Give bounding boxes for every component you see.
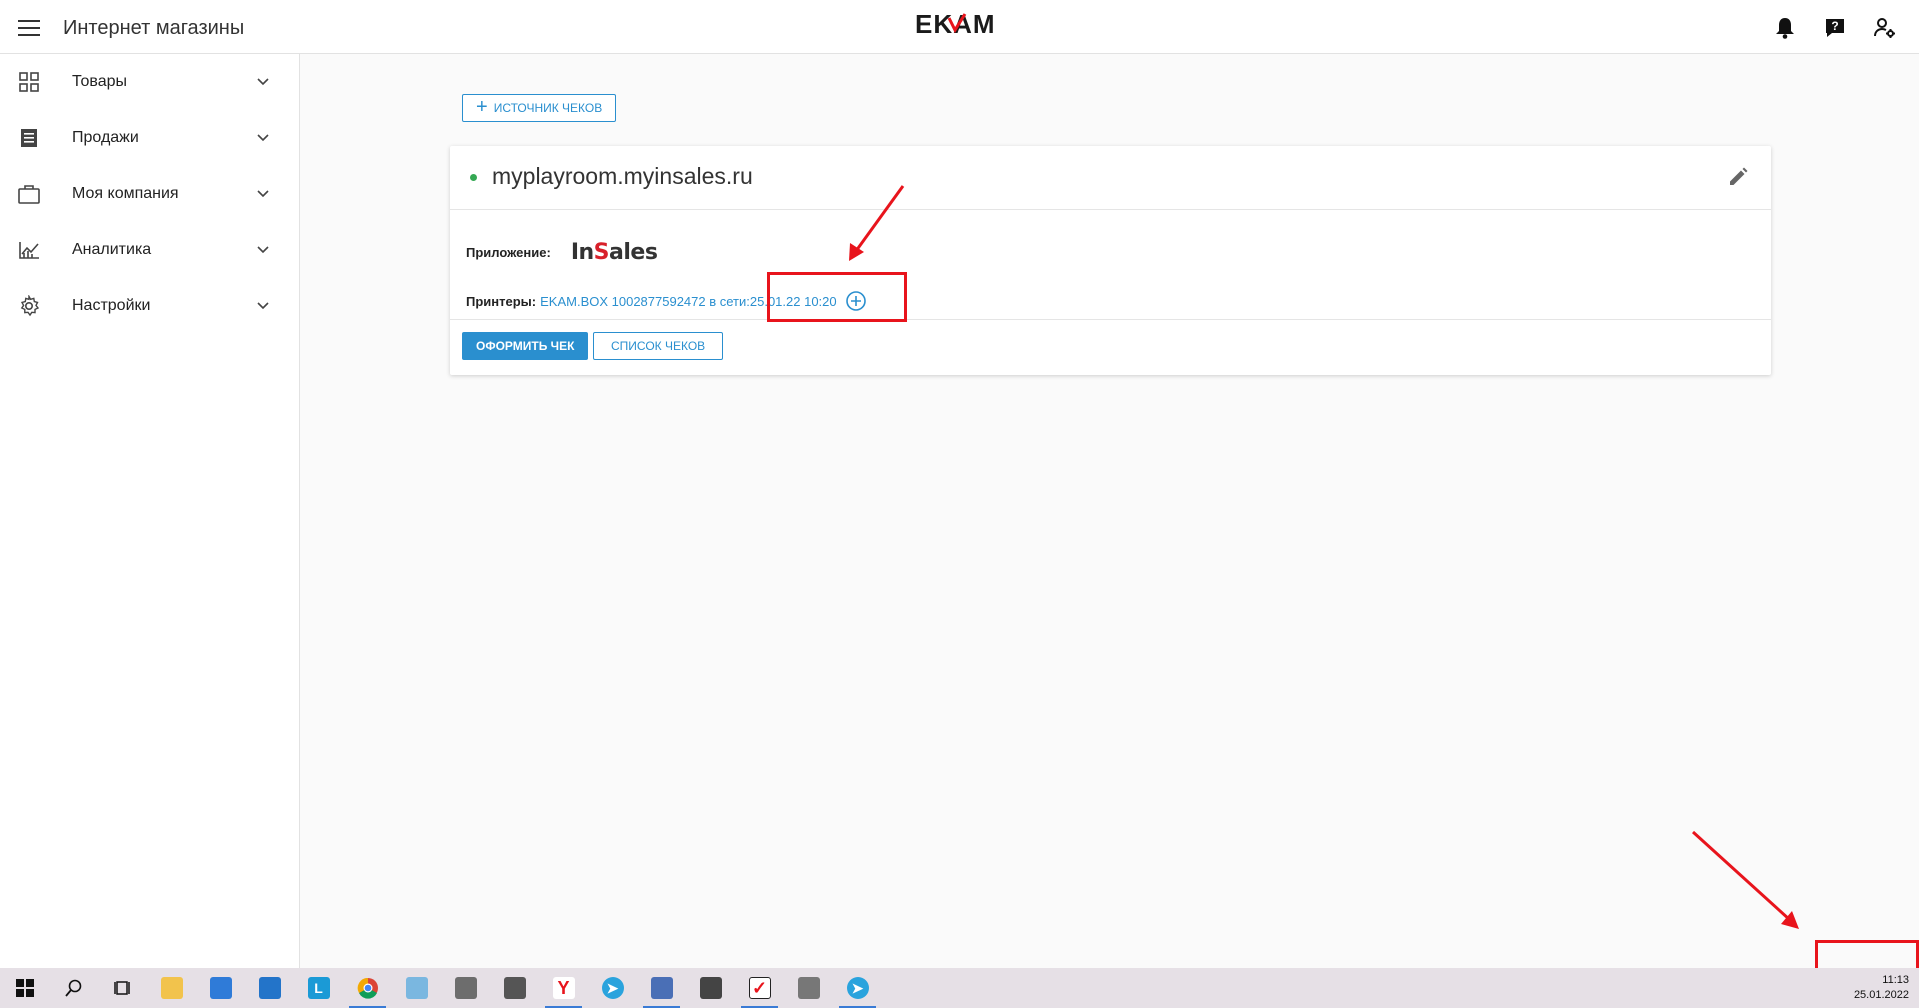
- sidebar-item-label: Настройки: [72, 297, 151, 314]
- annotation-box-printer-time: [767, 272, 907, 322]
- yandex-icon[interactable]: Y: [539, 968, 588, 1008]
- sidebar-item-sales[interactable]: Продажи: [0, 110, 299, 166]
- top-actions: ?: [1773, 16, 1897, 40]
- mail-icon[interactable]: [245, 968, 294, 1008]
- hamburger-menu-icon[interactable]: [16, 17, 42, 39]
- magnifier-icon[interactable]: [392, 968, 441, 1008]
- insales-logo: InSales: [571, 240, 658, 265]
- list-icon: [18, 127, 40, 149]
- search-icon[interactable]: [49, 968, 98, 1008]
- add-source-button[interactable]: + ИСТОЧНИК ЧЕКОВ: [462, 94, 617, 122]
- l-app-icon[interactable]: L: [294, 968, 343, 1008]
- svg-text:?: ?: [1831, 19, 1838, 33]
- online-status-dot: [470, 174, 477, 181]
- chrome-icon[interactable]: [343, 968, 392, 1008]
- sidebar: Товары Продажи Моя компания Аналитика На…: [0, 54, 300, 968]
- file-explorer-icon[interactable]: [147, 968, 196, 1008]
- bell-icon[interactable]: [1773, 16, 1797, 40]
- chevron-down-icon: [257, 190, 269, 198]
- chevron-down-icon: [257, 302, 269, 310]
- system-clock[interactable]: 11:13 25.01.2022: [1819, 968, 1909, 1008]
- task-view-icon[interactable]: [98, 968, 147, 1008]
- card-body: Приложение: InSales Принтеры: EKAM.BOX 1…: [450, 210, 1771, 320]
- sidebar-item-label: Товары: [72, 73, 128, 90]
- network-app-icon[interactable]: [637, 968, 686, 1008]
- top-bar: Интернет магазины EKAM ?: [0, 0, 1919, 54]
- app-label: Приложение:: [466, 245, 551, 260]
- briefcase-icon: [18, 183, 40, 205]
- plus-icon: +: [476, 96, 488, 118]
- help-icon[interactable]: ?: [1823, 16, 1847, 40]
- kkm-app-icon[interactable]: ✓: [735, 968, 784, 1008]
- add-source-label: ИСТОЧНИК ЧЕКОВ: [493, 101, 603, 115]
- cash-register-icon[interactable]: [784, 968, 833, 1008]
- clock-time: 11:13: [1882, 974, 1909, 986]
- chevron-down-icon: [257, 246, 269, 254]
- card-footer: ОФОРМИТЬ ЧЕК СПИСОК ЧЕКОВ: [450, 320, 1771, 374]
- grid-icon: [18, 71, 40, 93]
- page-title: Интернет магазины: [63, 17, 245, 39]
- printers-label: Принтеры:: [466, 293, 537, 309]
- sidebar-item-label: Продажи: [72, 129, 139, 146]
- windows-taskbar: L Y ➤ ✓ ➤ 11:13 25.01.2022: [0, 968, 1919, 1008]
- edit-pencil-icon[interactable]: [1727, 166, 1749, 188]
- store-icon[interactable]: [196, 968, 245, 1008]
- sidebar-item-company[interactable]: Моя компания: [0, 166, 299, 222]
- gear-icon: [18, 295, 40, 317]
- printer-link[interactable]: EKAM.BOX 1002877592472 в сети:: [540, 294, 750, 309]
- ekam-logo[interactable]: EKAM: [915, 10, 1019, 38]
- chevron-down-icon: [257, 134, 269, 142]
- telegram-2-icon[interactable]: ➤: [833, 968, 882, 1008]
- card-header: myplayroom.myinsales.ru: [450, 146, 1771, 210]
- create-receipt-button[interactable]: ОФОРМИТЬ ЧЕК: [462, 332, 589, 360]
- insales-logo-part2: S: [593, 240, 610, 265]
- app-row: Приложение: InSales: [466, 240, 658, 265]
- scanner-icon[interactable]: [686, 968, 735, 1008]
- usb-app-icon[interactable]: [490, 968, 539, 1008]
- windows-start-icon[interactable]: [0, 968, 49, 1008]
- sidebar-item-analytics[interactable]: Аналитика: [0, 222, 299, 278]
- sidebar-item-products[interactable]: Товары: [0, 54, 299, 110]
- insales-logo-part1: In: [570, 240, 594, 265]
- printer-app-icon[interactable]: [441, 968, 490, 1008]
- user-settings-icon[interactable]: [1873, 16, 1897, 40]
- telegram-icon[interactable]: ➤: [588, 968, 637, 1008]
- sidebar-item-label: Моя компания: [72, 185, 179, 202]
- store-name: myplayroom.myinsales.ru: [492, 163, 753, 189]
- clock-date: 25.01.2022: [1853, 989, 1909, 1001]
- chevron-down-icon: [257, 78, 269, 86]
- logo-text: EKAM: [915, 10, 996, 38]
- receipts-list-button[interactable]: СПИСОК ЧЕКОВ: [593, 332, 724, 360]
- analytics-icon: [18, 239, 40, 261]
- sidebar-item-label: Аналитика: [72, 241, 152, 258]
- insales-logo-part3: ales: [609, 240, 658, 265]
- sidebar-item-settings[interactable]: Настройки: [0, 278, 299, 334]
- store-card: myplayroom.myinsales.ru Приложение: InSa…: [450, 146, 1771, 375]
